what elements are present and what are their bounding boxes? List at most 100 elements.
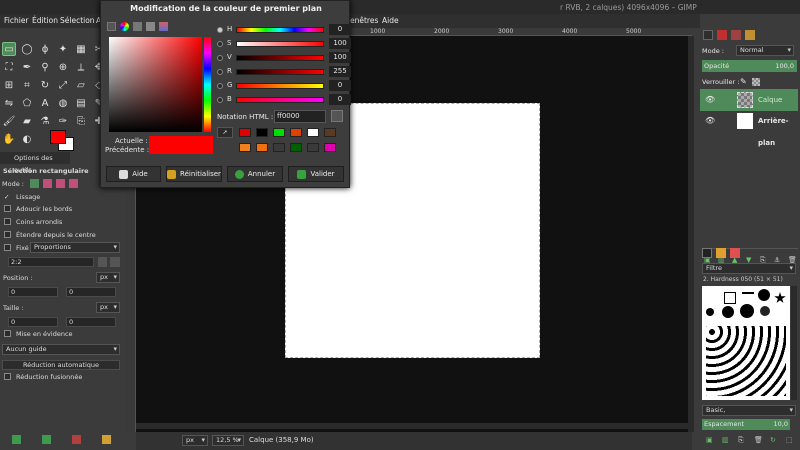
history-arrow-icon[interactable]: ➚ <box>217 127 233 138</box>
hue-track[interactable] <box>236 27 324 33</box>
cmyk-selector-icon[interactable] <box>133 22 142 31</box>
red-radio[interactable] <box>217 69 223 75</box>
gradients-tab-icon[interactable] <box>730 248 740 258</box>
fixed-combo[interactable]: Proportions <box>30 242 120 253</box>
hue-value[interactable]: 0 <box>329 24 351 35</box>
flip-tool-icon[interactable]: ⇋ <box>2 96 16 110</box>
shrink-merged-checkbox[interactable] <box>4 373 11 380</box>
position-x-field[interactable]: 0 <box>8 287 58 297</box>
brushes-tab-icon[interactable] <box>702 248 712 258</box>
history-swatch[interactable] <box>324 143 336 152</box>
vertical-scrollbar[interactable] <box>688 36 694 432</box>
shrink-merged-option[interactable]: Réduction fusionnée <box>4 373 129 385</box>
blue-radio[interactable] <box>217 97 223 103</box>
blue-value[interactable]: 0 <box>329 94 351 105</box>
zoom-combo[interactable]: 12,5 % <box>212 435 244 446</box>
paintbrush-tool-icon[interactable]: 🖌 <box>2 114 16 128</box>
auto-shrink-button[interactable]: Réduction automatique <box>2 360 120 370</box>
feather-checkbox[interactable] <box>4 205 11 212</box>
saturation-slider[interactable]: S 100 <box>216 38 351 50</box>
palette-selector-icon[interactable] <box>159 22 168 31</box>
patterns-tab-icon[interactable] <box>716 248 726 258</box>
bucket-fill-tool-icon[interactable]: ◍ <box>56 96 70 110</box>
layer-row[interactable]: 👁 Arrière-plan <box>700 110 798 147</box>
history-swatch[interactable] <box>273 143 285 152</box>
measure-tool-icon[interactable]: ⟂ <box>74 60 88 74</box>
menu-windows[interactable]: enêtres <box>350 16 378 25</box>
eyedropper-icon[interactable] <box>331 110 343 122</box>
red-track[interactable] <box>236 69 324 75</box>
reset-options-icon[interactable] <box>102 435 111 444</box>
history-swatch[interactable] <box>239 143 251 152</box>
brush-filter-combo[interactable]: Filtre <box>702 263 796 274</box>
eye-icon[interactable]: 👁 <box>705 110 715 132</box>
size-unit-combo[interactable]: px <box>96 302 120 313</box>
history-swatch[interactable] <box>307 128 319 137</box>
brush-item[interactable] <box>760 306 770 316</box>
rotate-tool-icon[interactable]: ↻ <box>38 78 52 92</box>
edit-brush-icon[interactable]: ▣ <box>706 436 713 444</box>
lock-pixels-icon[interactable]: ✎ <box>740 77 747 86</box>
saturation-radio[interactable] <box>217 41 223 47</box>
green-value[interactable]: 0 <box>329 80 351 91</box>
ink-tool-icon[interactable]: ✑ <box>56 114 70 128</box>
value-value[interactable]: 100 <box>329 52 351 63</box>
antialias-option[interactable]: ✓ Lissage <box>4 193 129 205</box>
tab-tool-options[interactable]: Options des outils <box>0 152 70 174</box>
clone-tool-icon[interactable]: ⎘ <box>74 114 88 128</box>
brush-item[interactable] <box>706 308 714 316</box>
blue-track[interactable] <box>236 97 324 103</box>
delete-brush-icon[interactable]: 🗑 <box>754 436 763 444</box>
brush-tag-combo[interactable]: Basic, <box>702 405 796 416</box>
reset-button[interactable]: Réinitialiser <box>166 166 222 182</box>
layer-mode-combo[interactable]: Normal <box>736 45 794 56</box>
save-options-icon[interactable] <box>12 435 21 444</box>
brush-item[interactable] <box>722 306 734 318</box>
fuzzy-select-tool-icon[interactable]: ✦ <box>56 42 70 56</box>
hue-strip[interactable] <box>204 37 211 132</box>
scale-tool-icon[interactable]: ⤢ <box>56 78 70 92</box>
ratio-field[interactable]: 2:2 <box>8 257 94 267</box>
cage-tool-icon[interactable]: ⬠ <box>20 96 34 110</box>
history-swatch[interactable] <box>273 128 285 137</box>
green-track[interactable] <box>236 83 324 89</box>
red-value[interactable]: 255 <box>329 66 351 77</box>
brush-item[interactable] <box>774 292 786 303</box>
history-swatch[interactable] <box>239 128 251 137</box>
layers-tab-icon[interactable] <box>703 30 713 40</box>
history-swatch[interactable] <box>307 143 319 152</box>
rect-select-tool-icon[interactable]: ▭ <box>2 42 16 56</box>
brush-item[interactable] <box>758 289 770 301</box>
history-swatch[interactable] <box>256 143 268 152</box>
selected-brush[interactable] <box>724 292 736 304</box>
brush-scrollbar[interactable] <box>791 286 797 400</box>
history-swatch[interactable] <box>290 128 302 137</box>
guides-combo[interactable]: Aucun guide <box>2 344 120 355</box>
saturation-value-picker[interactable] <box>109 37 202 132</box>
menu-select[interactable]: Sélection <box>60 16 95 25</box>
eye-icon[interactable]: 👁 <box>705 89 715 111</box>
paths-tab-icon[interactable] <box>731 30 741 40</box>
color-picker-tool-icon[interactable]: ⚲ <box>38 60 52 74</box>
rounded-option[interactable]: Coins arrondis <box>4 218 129 230</box>
saturation-value[interactable]: 100 <box>329 38 351 49</box>
mode-subtract-icon[interactable] <box>56 179 66 188</box>
zoom-tool-icon[interactable]: ⊕ <box>56 60 70 74</box>
cancel-button[interactable]: Annuler <box>227 166 283 182</box>
hue-radio[interactable] <box>217 27 223 33</box>
paths-tool-icon[interactable]: ✒ <box>20 60 34 74</box>
blue-slider[interactable]: B 0 <box>216 94 351 106</box>
value-radio[interactable] <box>217 55 223 61</box>
ellipse-select-tool-icon[interactable]: ◯ <box>20 42 34 56</box>
fixed-checkbox[interactable] <box>4 244 11 251</box>
gimp-selector-icon[interactable] <box>107 22 116 31</box>
open-brush-icon[interactable]: ⬚ <box>786 436 793 444</box>
portrait-icon[interactable] <box>98 257 107 267</box>
green-radio[interactable] <box>217 83 223 89</box>
watercolor-selector-icon[interactable] <box>146 22 155 31</box>
mode-replace-icon[interactable] <box>30 179 40 188</box>
spacing-slider[interactable]: Espacement 10,0 <box>702 419 790 430</box>
delete-options-icon[interactable] <box>72 435 81 444</box>
hue-slider[interactable]: H 0 <box>216 24 351 36</box>
brush-textures[interactable] <box>706 326 786 396</box>
